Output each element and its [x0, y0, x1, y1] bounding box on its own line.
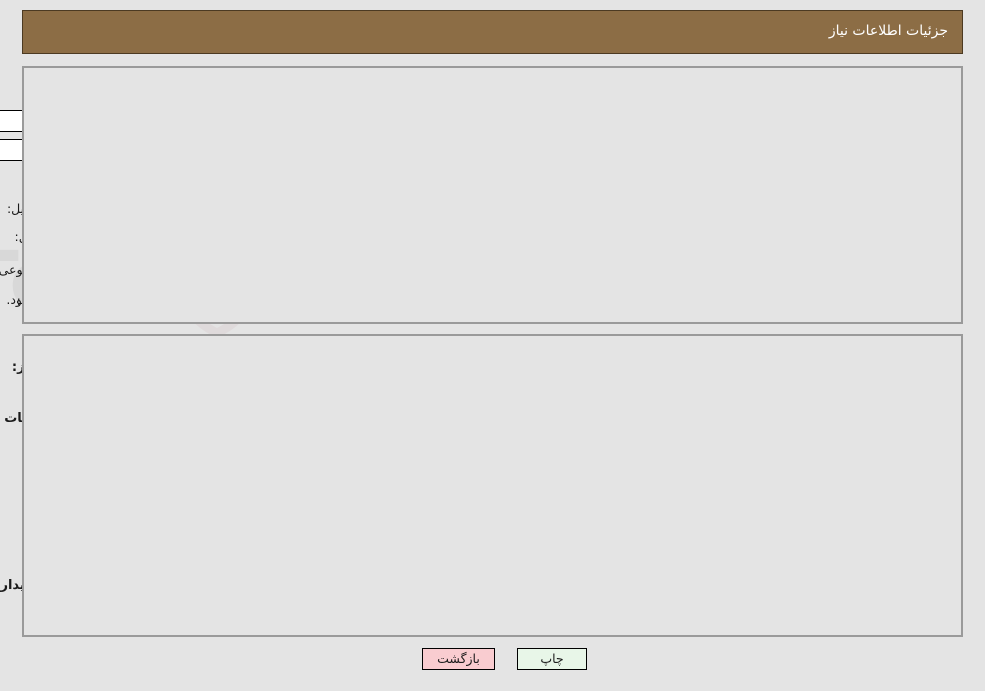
details-panel — [22, 334, 963, 637]
page-header-bar: جزئیات اطلاعات نیاز — [22, 10, 963, 54]
page-title: جزئیات اطلاعات نیاز — [828, 23, 948, 39]
page-root: AriaTender .net جزئیات اطلاعات نیاز شمار… — [0, 0, 985, 691]
print-button[interactable]: چاپ — [517, 648, 587, 670]
back-button[interactable]: بازگشت — [422, 648, 495, 670]
need-info-panel — [22, 66, 963, 324]
